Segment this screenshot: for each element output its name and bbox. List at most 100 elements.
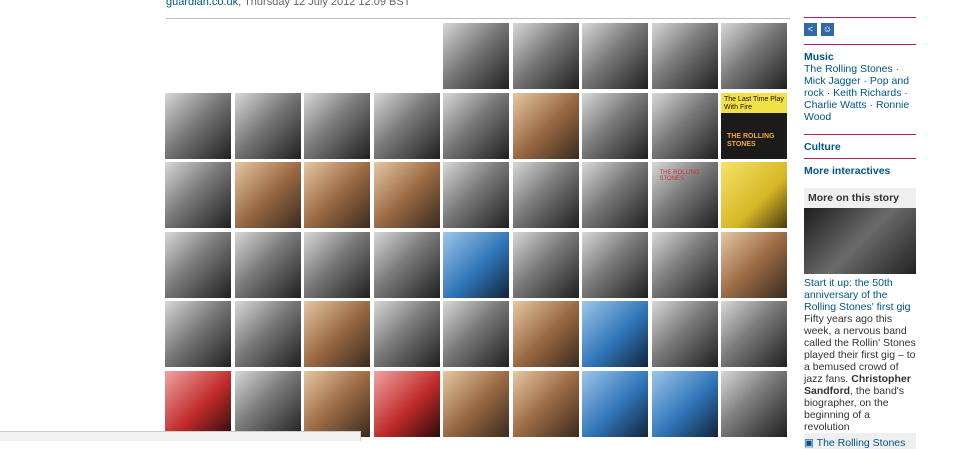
gallery-thumbnail[interactable] — [512, 23, 579, 89]
gallery-thumbnail[interactable] — [234, 231, 301, 298]
gallery-thumbnail[interactable] — [234, 92, 301, 159]
gallery-thumbnail[interactable] — [373, 162, 440, 228]
thumbnail-photo — [373, 370, 440, 437]
profile-icon[interactable]: ☺ — [821, 23, 834, 36]
thumbnail-photo — [443, 23, 509, 89]
gallery-thumbnail[interactable] — [512, 92, 579, 159]
gallery-thumbnail[interactable] — [443, 162, 509, 228]
thumbnail-photo — [165, 301, 231, 367]
gallery-thumbnail[interactable] — [721, 23, 787, 89]
thumbnail-photo — [512, 370, 579, 437]
related-link[interactable]: ▣ The Rolling Stones — [804, 437, 916, 449]
gallery-thumbnail[interactable]: The Last Time Play With Fire THE ROLLING … — [721, 92, 787, 159]
gallery-thumbnail[interactable] — [373, 301, 440, 367]
gallery-thumbnail[interactable] — [373, 370, 440, 437]
gallery-thumbnail[interactable] — [582, 92, 648, 159]
thumbnail-photo — [234, 370, 301, 437]
story-link[interactable]: Start it up: the 50th anniversary of the… — [804, 277, 910, 313]
thumbnail-photo — [165, 162, 231, 228]
gallery-thumbnail[interactable] — [304, 301, 370, 367]
thumbnail-photo — [651, 370, 718, 437]
gallery-thumbnail[interactable] — [651, 92, 718, 159]
thumbnail-photo — [512, 301, 579, 367]
gallery-thumbnail[interactable] — [165, 162, 231, 228]
more-on-story-heading: More on this story — [808, 192, 900, 204]
byline: guardian.co.uk, Thursday 12 July 2012 12… — [166, 0, 410, 8]
gallery-thumbnail[interactable] — [582, 23, 648, 89]
gallery-thumbnail[interactable] — [651, 23, 718, 89]
gallery-thumbnail[interactable] — [443, 301, 509, 367]
gallery-thumbnail[interactable] — [165, 301, 231, 367]
gallery-thumbnail[interactable] — [165, 92, 231, 159]
gallery-thumbnail[interactable] — [234, 301, 301, 367]
gallery-thumbnail[interactable] — [373, 92, 440, 159]
gallery-thumbnail[interactable] — [651, 301, 718, 367]
thumbnail-photo — [651, 301, 718, 367]
thumbnail-photo — [304, 162, 370, 228]
thumbnail-photo — [651, 23, 718, 89]
gallery-thumbnail[interactable] — [651, 370, 718, 437]
gallery-thumbnail[interactable] — [512, 162, 579, 228]
thumbnail-photo — [373, 231, 440, 298]
thumbnail-photo — [651, 231, 718, 298]
gallery-thumbnail[interactable] — [721, 301, 787, 367]
gallery-thumbnail[interactable] — [234, 370, 301, 437]
thumbnail-photo — [373, 92, 440, 159]
thumbnail-photo — [582, 231, 648, 298]
album-label: THE ROLLING STONES — [659, 170, 700, 182]
gallery-thumbnail[interactable] — [165, 370, 231, 437]
thumbnail-photo — [582, 370, 648, 437]
thumbnail-photo — [165, 370, 231, 437]
gallery-thumbnail[interactable] — [651, 231, 718, 298]
photo-gallery: The Last Time Play With Fire THE ROLLING … — [165, 23, 791, 443]
culture-link[interactable]: Culture — [804, 141, 916, 153]
thumbnail-photo — [512, 231, 579, 298]
gallery-thumbnail[interactable] — [512, 231, 579, 298]
gallery-thumbnail[interactable] — [304, 92, 370, 159]
music-heading[interactable]: Music — [804, 51, 916, 63]
thumbnail-photo — [721, 23, 787, 89]
thumbnail-photo — [582, 23, 648, 89]
music-tags[interactable]: The Rolling Stones · Mick Jagger · Pop a… — [804, 63, 916, 123]
more-interactives-link[interactable]: More interactives — [804, 165, 916, 177]
gallery-thumbnail[interactable] — [512, 301, 579, 367]
gallery-thumbnail[interactable] — [234, 162, 301, 228]
thumbnail-photo — [165, 92, 231, 159]
sidebar: < ☺ Music The Rolling Stones · Mick Jagg… — [804, 17, 916, 449]
story-image[interactable] — [804, 208, 916, 274]
thumbnail-photo — [443, 301, 509, 367]
thumbnail-photo — [512, 23, 579, 89]
thumbnail-photo — [721, 301, 787, 367]
gallery-thumbnail[interactable] — [721, 370, 787, 437]
gallery-thumbnail[interactable] — [512, 370, 579, 437]
gallery-thumbnail[interactable] — [443, 370, 509, 437]
share-icon[interactable]: < — [804, 23, 817, 36]
source-link[interactable]: guardian.co.uk — [166, 0, 238, 8]
gallery-thumbnail[interactable] — [443, 92, 509, 159]
thumbnail-photo — [721, 370, 787, 437]
gallery-thumbnail[interactable] — [304, 162, 370, 228]
gallery-thumbnail[interactable] — [443, 231, 509, 298]
album-label: The Last Time Play With Fire — [724, 95, 784, 111]
thumbnail-photo — [512, 162, 579, 228]
gallery-thumbnail[interactable] — [443, 23, 509, 89]
gallery-thumbnail[interactable] — [165, 231, 231, 298]
gallery-thumbnail[interactable] — [304, 370, 370, 437]
thumbnail-photo — [234, 92, 301, 159]
gallery-thumbnail[interactable] — [582, 370, 648, 437]
thumbnail-photo — [443, 370, 509, 437]
thumbnail-photo — [582, 92, 648, 159]
gallery-thumbnail[interactable] — [304, 231, 370, 298]
thumbnail-photo — [582, 162, 648, 228]
gallery-thumbnail[interactable] — [721, 231, 787, 298]
gallery-thumbnail[interactable] — [721, 162, 787, 228]
thumbnail-photo — [165, 231, 231, 298]
gallery-thumbnail[interactable] — [582, 231, 648, 298]
divider — [166, 18, 790, 19]
thumbnail-photo — [373, 162, 440, 228]
gallery-thumbnail[interactable]: THE ROLLING STONES — [651, 162, 718, 228]
gallery-thumbnail[interactable] — [582, 162, 648, 228]
gallery-thumbnail[interactable] — [373, 231, 440, 298]
thumbnail-photo — [373, 301, 440, 367]
gallery-thumbnail[interactable] — [582, 301, 648, 367]
